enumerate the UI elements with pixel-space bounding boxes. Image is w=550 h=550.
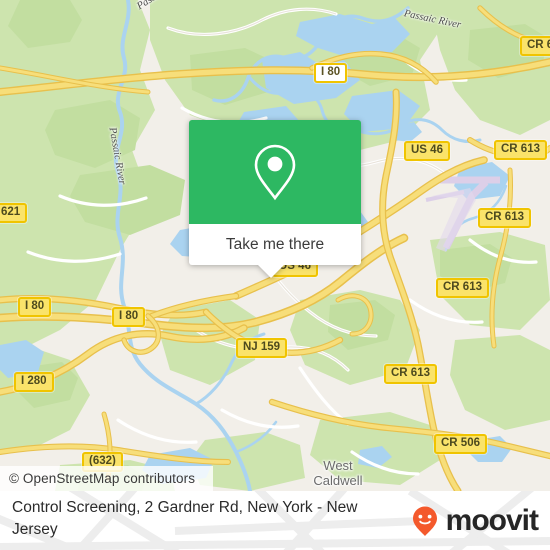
callout-tail <box>258 265 284 278</box>
take-me-there-label: Take me there <box>225 235 325 253</box>
road-shield[interactable]: US 46 <box>404 141 450 161</box>
road-shield[interactable]: CR 613 <box>478 208 531 228</box>
road-shield[interactable]: I 80 <box>18 297 52 317</box>
road-shield[interactable]: 621 <box>0 203 28 223</box>
location-callout-card[interactable]: Take me there <box>189 120 361 278</box>
road-shield[interactable]: CR 613 <box>436 278 489 298</box>
road-shield[interactable]: CR 613 <box>384 364 437 384</box>
road-shield[interactable]: I 80 <box>314 63 348 83</box>
road-shield[interactable]: CR 506 <box>434 434 487 454</box>
road-shield[interactable]: I 280 <box>14 372 54 392</box>
screenshot-root: Passaic River Passaic River Passaic Rive… <box>0 0 550 550</box>
moovit-pin-smiley-icon <box>412 506 437 536</box>
road-shield[interactable]: NJ 159 <box>236 338 288 358</box>
osm-attribution-text: © OpenStreetMap contributors <box>9 471 196 486</box>
osm-attribution[interactable]: © OpenStreetMap contributors <box>0 466 213 491</box>
map-pin-icon <box>254 144 296 201</box>
callout-icon-area <box>189 120 361 224</box>
road-shield[interactable]: CR 613 <box>494 140 547 160</box>
road-shield[interactable]: I 80 <box>112 307 146 327</box>
location-caption: Control Screening, 2 Gardner Rd, New Yor… <box>12 499 358 538</box>
road-shield[interactable]: CR 6 <box>520 36 550 56</box>
take-me-there-button[interactable]: Take me there <box>189 224 361 265</box>
moovit-wordmark: moovit <box>445 504 539 537</box>
moovit-logo[interactable]: moovit <box>408 504 539 537</box>
footer-bar: Control Screening, 2 Gardner Rd, New Yor… <box>0 491 550 550</box>
